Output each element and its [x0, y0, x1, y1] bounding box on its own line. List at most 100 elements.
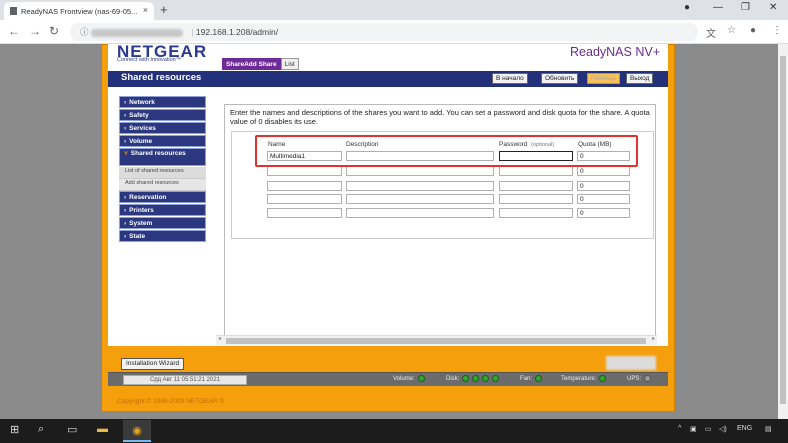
profile-icon[interactable]: ● [684, 2, 690, 13]
share-quota-input[interactable]: 0 [577, 181, 630, 191]
refresh-button[interactable]: Обновить [541, 73, 579, 84]
blurred-security-label [90, 28, 183, 37]
share-description-input[interactable] [346, 166, 494, 176]
tray-app-icon[interactable]: ▣ [690, 425, 697, 433]
netgear-tagline: Connect with Innovation™ [117, 57, 182, 63]
share-description-input[interactable] [346, 181, 494, 191]
datetime-display: Срд Авг 11 05:51:21 2021 [123, 375, 247, 385]
translate-icon[interactable]: 文 [706, 25, 716, 40]
maximize-icon[interactable]: ❐ [741, 2, 750, 13]
logout-button[interactable]: Выход [626, 73, 654, 84]
home-button[interactable]: В начало [492, 73, 528, 84]
share-quota-input[interactable]: 0 [577, 166, 630, 176]
share-name-input[interactable] [267, 166, 342, 176]
sidebar-item-reservation[interactable]: › Reservation [119, 191, 206, 203]
temperature-label: Temperature: [561, 375, 597, 382]
ups-led-icon [644, 375, 652, 382]
tab-add-share[interactable]: ShareAdd Share [222, 58, 281, 70]
page-favicon-icon [10, 7, 17, 15]
minimize-icon[interactable]: — [713, 2, 723, 13]
share-name-input[interactable] [267, 208, 342, 218]
share-quota-input[interactable]: 0 [577, 208, 630, 218]
browser-tab[interactable]: ReadyNAS Frontview (nas-69-05... × [4, 2, 154, 20]
volume-status[interactable]: Volume: [393, 375, 425, 382]
task-view-icon[interactable]: ▭ [67, 423, 77, 436]
tab-list[interactable]: List [280, 58, 299, 70]
chevron-right-icon: › [124, 124, 127, 132]
menu-kebab-icon[interactable]: ⋮ [772, 25, 782, 36]
sidebar-item-shared-resources[interactable]: ˅ Shared resources [119, 148, 206, 166]
scrollbar-thumb[interactable] [226, 338, 646, 344]
sidebar-item-volume[interactable]: › Volume [119, 135, 206, 147]
share-name-input[interactable] [267, 181, 342, 191]
search-icon[interactable]: ⌕ [38, 423, 44, 436]
horizontal-scrollbar[interactable]: ◂ ▸ [216, 335, 657, 345]
share-description-input[interactable] [346, 194, 494, 204]
ups-label: UPS: [627, 375, 642, 382]
fan-led-icon [535, 375, 543, 382]
share-description-input[interactable] [346, 208, 494, 218]
volume-speaker-icon[interactable]: ◁) [719, 425, 727, 433]
share-password-input[interactable] [499, 181, 573, 191]
network-icon[interactable]: ▭ [705, 425, 712, 433]
chevron-down-icon: ˅ [124, 150, 128, 157]
sidebar-item-network[interactable]: › Network [119, 96, 206, 108]
browser-tab-bar: ReadyNAS Frontview (nas-69-05... × + ● —… [0, 0, 788, 20]
sidebar-item-label: Shared resources [130, 150, 186, 157]
chevron-right-icon: › [124, 206, 127, 214]
sidebar-item-safety[interactable]: › Safety [119, 109, 206, 121]
installation-wizard-button[interactable]: Installation Wizard [121, 358, 185, 370]
tab-title: ReadyNAS Frontview (nas-69-05... [21, 6, 138, 16]
fan-label: Fan: [520, 375, 533, 382]
chevron-right-icon: › [124, 232, 127, 240]
back-arrow-icon[interactable]: ← [8, 24, 20, 38]
vertical-scrollbar-thumb[interactable] [780, 56, 786, 404]
scroll-right-icon[interactable]: ▸ [652, 335, 655, 342]
tab-close-icon[interactable]: × [143, 5, 148, 15]
close-window-icon[interactable]: ✕ [769, 2, 777, 13]
highlight-annotation-box [255, 135, 638, 167]
sidebar-subitem-add-shares[interactable]: Add shared resources [119, 179, 206, 191]
sidebar-item-label: Volume [129, 137, 153, 145]
share-password-input[interactable] [499, 166, 573, 176]
windows-start-icon[interactable]: ⊞ [10, 423, 19, 436]
forward-arrow-icon[interactable]: → [29, 24, 41, 38]
chevron-right-icon: › [124, 111, 127, 119]
address-bar[interactable]: ⓘ | 192.168.1.208/admin/ [70, 23, 698, 41]
sidebar-item-printers[interactable]: › Printers [119, 204, 206, 216]
new-tab-button[interactable]: + [160, 2, 168, 17]
share-password-input[interactable] [499, 194, 573, 204]
sidebar-item-system[interactable]: › System [119, 217, 206, 229]
account-icon[interactable]: ● [750, 25, 756, 36]
vertical-scrollbar[interactable] [778, 44, 788, 419]
sidebar-item-label: Network [129, 98, 155, 106]
info-icon: ⓘ [80, 27, 89, 37]
chevron-right-icon: › [124, 98, 127, 106]
tray-chevron-icon[interactable]: ^ [678, 425, 681, 432]
sidebar-subitem-list-shares[interactable]: List of shared resources [119, 167, 206, 179]
sidebar-item-state[interactable]: › State [119, 230, 206, 242]
reload-icon[interactable]: ↻ [49, 24, 59, 38]
sidebar-item-label: Services [129, 124, 156, 132]
fan-status[interactable]: Fan: [520, 375, 543, 382]
disk-led-icon [472, 375, 480, 382]
share-password-input[interactable] [499, 208, 573, 218]
volume-label: Volume: [393, 375, 415, 382]
chrome-taskbar-icon[interactable]: ◉ [123, 420, 151, 442]
share-quota-input[interactable]: 0 [577, 194, 630, 204]
sidebar-item-services[interactable]: › Services [119, 122, 206, 134]
help-button[interactable]: Помощь [587, 73, 621, 84]
sidebar-item-label: System [129, 219, 153, 227]
sidebar-item-label: State [129, 232, 146, 240]
chevron-right-icon: › [124, 219, 127, 227]
disk-status[interactable]: Disk: [446, 375, 500, 382]
scroll-left-icon[interactable]: ◂ [218, 335, 221, 342]
language-indicator[interactable]: ENG [737, 425, 752, 432]
share-name-input[interactable] [267, 194, 342, 204]
ups-status[interactable]: UPS: [627, 375, 652, 382]
temperature-status[interactable]: Temperature: [561, 375, 607, 382]
notifications-icon[interactable]: ▤ [765, 425, 772, 433]
file-explorer-icon[interactable]: ▬ [97, 423, 108, 435]
product-name: ReadyNAS NV+ [570, 45, 660, 59]
bookmark-star-icon[interactable]: ☆ [727, 25, 736, 36]
